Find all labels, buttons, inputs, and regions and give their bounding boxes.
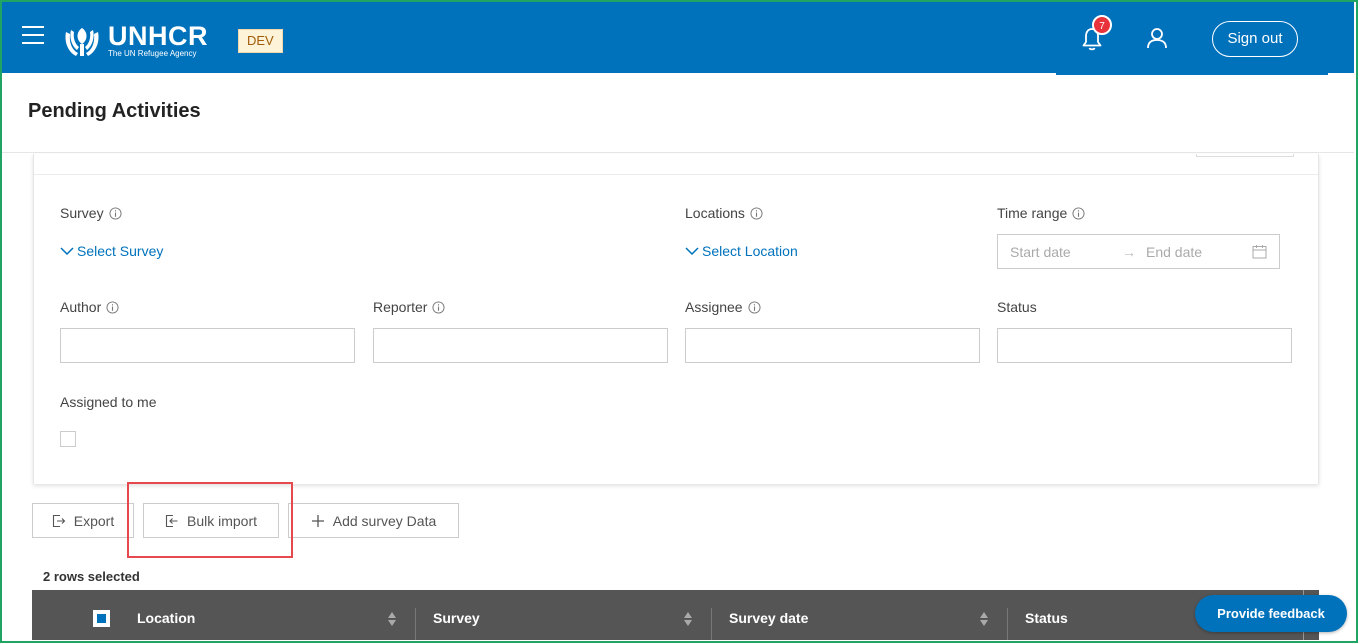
plus-icon <box>311 514 324 527</box>
survey-filter-label: Survey <box>60 205 122 221</box>
notification-count-badge: 7 <box>1092 15 1112 35</box>
arrow-right-icon: → <box>1122 244 1136 260</box>
chevron-down-icon <box>685 247 699 256</box>
divider <box>34 174 1318 175</box>
logo-title: UNHCR <box>108 21 208 51</box>
topbar-underline <box>1056 73 1328 75</box>
environment-badge: DEV <box>238 29 283 53</box>
assignee-input[interactable] <box>685 328 980 363</box>
calendar-icon[interactable] <box>1252 244 1267 259</box>
unhcr-logo[interactable]: UNHCR The UN Refugee Agency <box>62 22 208 60</box>
export-button[interactable]: Export <box>32 503 134 538</box>
info-icon[interactable] <box>109 206 122 220</box>
column-header-survey[interactable]: Survey <box>433 610 480 626</box>
sort-icon[interactable] <box>979 611 989 627</box>
column-header-status[interactable]: Status <box>1025 610 1068 626</box>
export-icon <box>52 514 66 527</box>
location-select[interactable]: Select Location <box>685 243 798 259</box>
column-divider <box>1007 608 1008 640</box>
column-divider <box>415 608 416 640</box>
add-survey-data-button[interactable]: Add survey Data <box>288 503 459 538</box>
sort-icon[interactable] <box>683 611 693 627</box>
column-header-location[interactable]: Location <box>137 610 195 626</box>
assigned-to-me-checkbox[interactable] <box>60 431 76 447</box>
author-filter-label: Author <box>60 299 119 315</box>
sign-out-button[interactable]: Sign out <box>1212 21 1298 57</box>
assignee-filter-label: Assignee <box>685 299 761 315</box>
logo-subtitle: The UN Refugee Agency <box>108 49 197 58</box>
author-input[interactable] <box>60 328 355 363</box>
sort-icon[interactable] <box>387 611 397 627</box>
end-date-input[interactable]: End date <box>1146 244 1202 260</box>
status-input[interactable] <box>997 328 1292 363</box>
top-navigation-bar: UNHCR The UN Refugee Agency DEV 7 Sign o… <box>2 2 1354 73</box>
info-icon[interactable] <box>750 206 763 220</box>
divider <box>2 152 1354 153</box>
reporter-filter-label: Reporter <box>373 299 446 315</box>
info-icon[interactable] <box>432 300 446 314</box>
filter-panel: Survey Select Survey Locations Select Lo… <box>33 154 1319 484</box>
info-icon[interactable] <box>106 300 119 314</box>
import-icon <box>165 514 178 527</box>
page-title: Pending Activities <box>28 100 201 122</box>
provide-feedback-button[interactable]: Provide feedback <box>1195 595 1347 632</box>
chevron-down-icon <box>60 247 74 256</box>
locations-filter-label: Locations <box>685 205 763 221</box>
table-header: Location Survey Survey date Status <box>32 590 1319 640</box>
info-icon[interactable] <box>748 300 761 314</box>
status-filter-label: Status <box>997 299 1037 315</box>
user-profile-icon[interactable] <box>1145 26 1169 50</box>
rows-selected-count: 2 rows selected <box>43 569 140 584</box>
bulk-import-button[interactable]: Bulk import <box>143 503 279 538</box>
select-all-checkbox[interactable] <box>93 610 110 627</box>
column-divider <box>711 608 712 640</box>
time-range-picker[interactable]: Start date → End date <box>997 234 1280 269</box>
survey-select[interactable]: Select Survey <box>60 243 163 259</box>
column-header-survey-date[interactable]: Survey date <box>729 610 808 626</box>
time-range-label: Time range <box>997 205 1085 221</box>
reporter-input[interactable] <box>373 328 668 363</box>
unhcr-emblem-icon <box>65 28 99 56</box>
info-icon[interactable] <box>1072 206 1085 220</box>
assigned-to-me-label: Assigned to me <box>60 394 157 410</box>
start-date-input[interactable]: Start date <box>1010 244 1071 260</box>
collapsed-button-edge <box>1196 154 1294 157</box>
menu-icon[interactable] <box>22 26 44 46</box>
